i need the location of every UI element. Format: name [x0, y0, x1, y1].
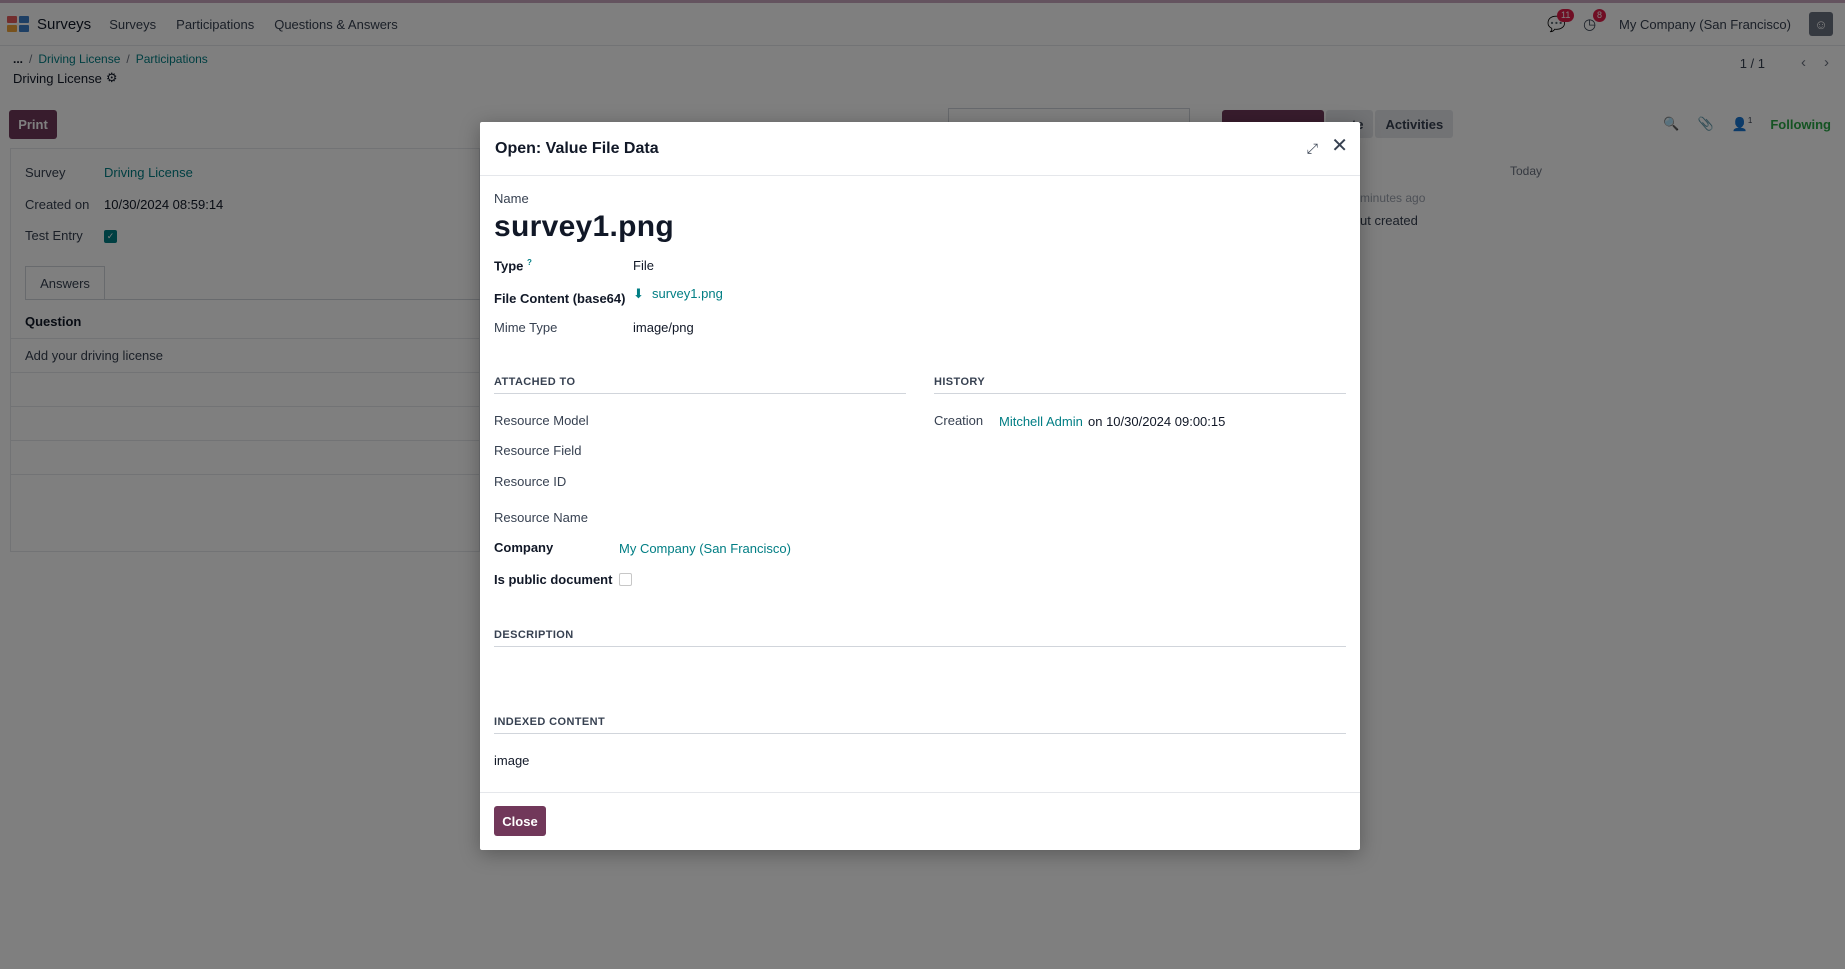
download-icon[interactable]: ⬇: [633, 286, 644, 302]
name-label: Name: [494, 191, 529, 206]
close-icon[interactable]: ✕: [1331, 136, 1348, 156]
history-section: HISTORY: [934, 376, 986, 388]
creation-date: on 10/30/2024 09:00:15: [1088, 414, 1226, 429]
indexed-content-section: INDEXED CONTENT: [494, 716, 606, 728]
public-document-checkbox[interactable]: [619, 573, 632, 586]
type-value[interactable]: File: [633, 258, 654, 273]
type-label-text: Type: [494, 258, 524, 274]
mime-type-value[interactable]: image/png: [633, 320, 694, 335]
attached-to-section: ATTACHED TO: [494, 376, 576, 388]
section-divider: [934, 393, 1346, 394]
indexed-content-value: image: [494, 753, 530, 768]
close-button[interactable]: Close: [494, 806, 546, 836]
dialog-title: Open: Value File Data: [495, 139, 659, 157]
type-label: Type ?: [494, 258, 532, 273]
dialog-body: Name survey1.png Type ? File File Conten…: [480, 176, 1360, 796]
file-content-label: File Content (base64): [494, 291, 626, 306]
description-section: DESCRIPTION: [494, 629, 574, 641]
section-divider: [494, 733, 1346, 734]
file-download-link[interactable]: survey1.png: [652, 286, 723, 301]
section-divider: [494, 646, 1346, 647]
resource-model-label: Resource Model: [494, 413, 589, 428]
section-divider: [494, 393, 906, 394]
name-field[interactable]: survey1.png: [494, 210, 674, 244]
type-help-icon[interactable]: ?: [527, 258, 532, 267]
company-link[interactable]: My Company (San Francisco): [619, 541, 791, 556]
dialog-header: Open: Value File Data ⤢ ✕: [480, 122, 1360, 176]
resource-name-label: Resource Name: [494, 510, 588, 525]
creation-user-link[interactable]: Mitchell Admin: [999, 414, 1083, 429]
value-file-data-dialog: Open: Value File Data ⤢ ✕ Name survey1.p…: [480, 122, 1360, 850]
dialog-footer: Close: [480, 792, 1360, 850]
resource-id-label: Resource ID: [494, 474, 567, 489]
mime-type-label: Mime Type: [494, 320, 558, 335]
resource-field-label: Resource Field: [494, 443, 582, 458]
company-label: Company: [494, 540, 554, 555]
creation-label: Creation: [934, 413, 984, 428]
expand-icon[interactable]: ⤢: [1307, 140, 1318, 157]
public-document-label: Is public document: [494, 572, 613, 587]
